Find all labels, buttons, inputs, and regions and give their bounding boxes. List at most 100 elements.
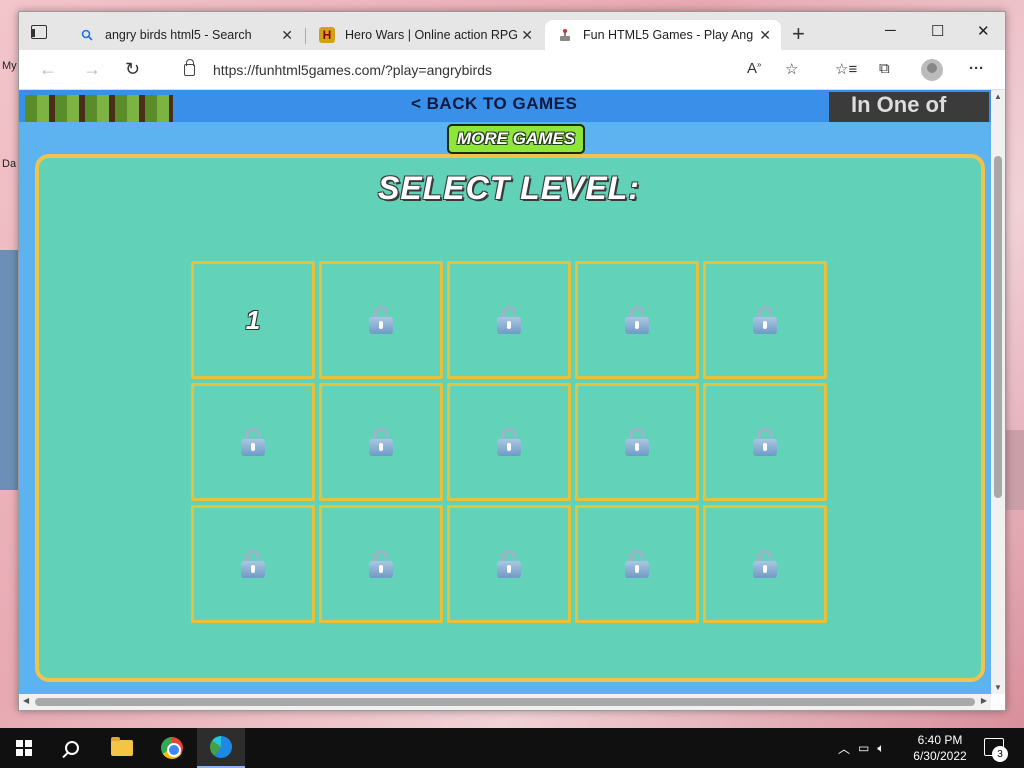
clock[interactable]: 6:40 PM 6/30/2022 [912, 732, 968, 764]
hero-wars-icon: H [319, 27, 335, 43]
game-thumbnail-left[interactable] [25, 95, 173, 123]
edge-icon [210, 736, 232, 758]
padlock-icon [369, 428, 393, 456]
file-explorer-button[interactable] [98, 728, 146, 768]
system-tray: ︿ ▭ 🔈︎ [838, 728, 885, 768]
chrome-button[interactable] [148, 728, 196, 768]
clock-date: 6/30/2022 [913, 749, 967, 763]
vertical-scrollbar[interactable]: ▲ ▼ [991, 90, 1005, 694]
add-favorite-icon[interactable]: ☆ [785, 60, 798, 78]
padlock-icon [625, 550, 649, 578]
padlock-icon [369, 550, 393, 578]
padlock-icon [625, 306, 649, 334]
collections-icon[interactable]: ⧉ [879, 60, 890, 77]
padlock-icon [753, 550, 777, 578]
tab-separator [305, 28, 306, 44]
level-button-locked[interactable] [319, 261, 443, 379]
browser-toolbar: ← → ↻ https://funhtml5games.com/?play=an… [19, 50, 1005, 90]
tab-bar: angry birds html5 - Search ✕ H Hero Wars… [19, 12, 1005, 50]
more-menu-icon[interactable]: ··· [969, 60, 984, 77]
folder-icon [111, 737, 133, 756]
horizontal-scrollbar[interactable]: ◀ ▶ [19, 694, 991, 710]
close-window-icon[interactable]: ✕ [977, 22, 990, 40]
desktop-icon-partial [0, 250, 18, 490]
volume-icon[interactable]: 🔈︎ [877, 741, 884, 756]
back-to-games-link[interactable]: < BACK TO GAMES [411, 94, 577, 114]
chevron-up-icon[interactable]: ︿ [838, 740, 850, 757]
padlock-icon [241, 428, 265, 456]
address-bar[interactable]: https://funhtml5games.com/?play=angrybir… [174, 55, 794, 85]
new-tab-icon[interactable]: + [792, 23, 805, 45]
tab-search[interactable]: angry birds html5 - Search ✕ [67, 20, 303, 50]
padlock-icon [369, 306, 393, 334]
start-button[interactable] [0, 728, 48, 768]
profile-avatar[interactable] [921, 59, 943, 81]
level-button-locked[interactable] [575, 505, 699, 623]
tab-fun-html5-games[interactable]: Fun HTML5 Games - Play Angry ✕ [545, 20, 781, 50]
level-number: 1 [245, 304, 261, 335]
scrollbar-thumb[interactable] [35, 698, 975, 706]
desktop-icon-label: My [2, 60, 17, 72]
padlock-icon [753, 306, 777, 334]
level-select-panel: SELECT LEVEL: 1 [35, 154, 985, 682]
level-button-locked[interactable] [319, 505, 443, 623]
scroll-left-icon[interactable]: ◀ [23, 696, 29, 705]
scroll-up-icon[interactable]: ▲ [994, 92, 1002, 101]
tab-title: angry birds html5 - Search [105, 28, 252, 42]
back-arrow-icon[interactable]: ← [39, 59, 57, 80]
level-button-1[interactable]: 1 [191, 261, 315, 379]
close-icon[interactable]: ✕ [521, 27, 533, 44]
close-icon[interactable]: ✕ [759, 27, 771, 44]
desktop-icon-label: Da [2, 158, 17, 170]
network-icon[interactable]: ▭ [858, 741, 869, 755]
level-button-locked[interactable] [191, 505, 315, 623]
level-button-locked[interactable] [191, 383, 315, 501]
search-button[interactable] [48, 728, 96, 768]
level-button-locked[interactable] [319, 383, 443, 501]
desktop-decoration [1006, 430, 1024, 510]
more-games-button[interactable]: MORE GAMES [447, 124, 585, 154]
game-canvas[interactable]: MORE GAMES SELECT LEVEL: 1 [19, 122, 991, 694]
close-icon[interactable]: ✕ [281, 27, 293, 44]
padlock-icon [497, 550, 521, 578]
edge-button[interactable] [197, 728, 245, 768]
scrollbar-thumb[interactable] [994, 156, 1002, 498]
level-button-locked[interactable] [703, 505, 827, 623]
level-button-locked[interactable] [703, 261, 827, 379]
lock-icon[interactable] [184, 59, 195, 76]
refresh-icon[interactable]: ↻ [125, 59, 140, 80]
scroll-right-icon[interactable]: ▶ [981, 696, 987, 705]
windows-icon [16, 740, 32, 756]
padlock-icon [625, 428, 649, 456]
level-button-locked[interactable] [575, 261, 699, 379]
search-icon [65, 741, 79, 755]
level-grid: 1 [191, 261, 827, 623]
page-viewport: < BACK TO GAMES In One of MORE GAMES SEL… [19, 90, 991, 694]
tab-title: Fun HTML5 Games - Play Angry [583, 28, 753, 42]
padlock-icon [753, 428, 777, 456]
level-button-locked[interactable] [447, 505, 571, 623]
chrome-icon [161, 737, 183, 759]
maximize-icon[interactable]: ☐ [931, 22, 944, 40]
padlock-icon [497, 306, 521, 334]
tab-actions-button[interactable] [31, 25, 47, 39]
favorites-icon[interactable]: ☆≡ [835, 60, 857, 78]
minimize-icon[interactable]: ─ [885, 22, 896, 39]
taskbar: ︿ ▭ 🔈︎ 6:40 PM 6/30/2022 3 [0, 728, 1024, 768]
notification-badge: 3 [992, 746, 1008, 762]
forward-arrow-icon[interactable]: → [83, 59, 101, 80]
scroll-down-icon[interactable]: ▼ [994, 683, 1002, 692]
joystick-icon [557, 27, 573, 43]
level-button-locked[interactable] [575, 383, 699, 501]
level-button-locked[interactable] [447, 383, 571, 501]
level-button-locked[interactable] [447, 261, 571, 379]
browser-window: angry birds html5 - Search ✕ H Hero Wars… [18, 11, 1006, 711]
tab-hero-wars[interactable]: H Hero Wars | Online action RPG ✕ [307, 20, 543, 50]
level-button-locked[interactable] [703, 383, 827, 501]
site-header: < BACK TO GAMES In One of [19, 90, 991, 123]
game-thumbnail-right[interactable]: In One of [829, 92, 989, 122]
read-aloud-icon[interactable]: A» [747, 60, 761, 77]
padlock-icon [497, 428, 521, 456]
search-icon [79, 27, 95, 43]
padlock-icon [241, 550, 265, 578]
